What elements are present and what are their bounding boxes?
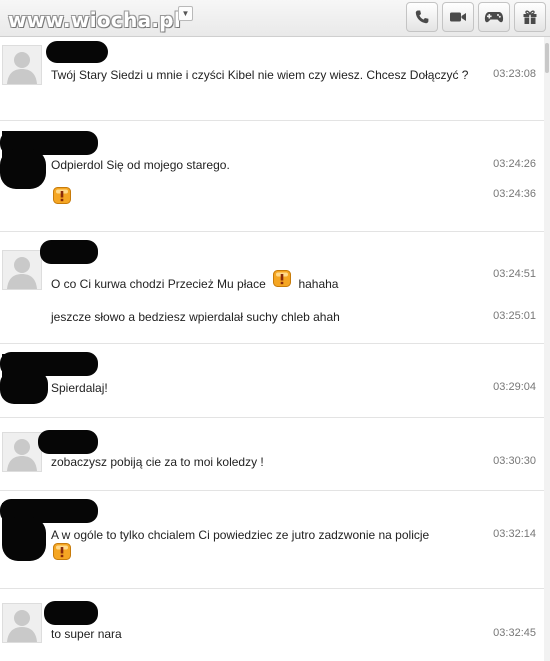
chevron-down-icon[interactable]: ▼ (178, 6, 193, 21)
message-text: A w ogóle to tylko chcialem Ci powiedzie… (51, 528, 430, 542)
message-text: to super nara (51, 627, 122, 641)
message-entry: Spierdalaj! 03:29:04 (0, 344, 544, 418)
message-timestamp: 03:23:08 (493, 68, 536, 80)
message-text: Spierdalaj! (51, 381, 108, 395)
message-entry: Twój Stary Siedzi u mnie i czyści Kibel … (0, 37, 544, 121)
message-text: Odpierdol Się od mojego starego. (51, 158, 230, 172)
gamepad-icon (484, 12, 504, 23)
message-timestamp: 03:24:36 (493, 188, 536, 200)
redacted-username (38, 430, 98, 454)
user-silhouette-icon (7, 257, 37, 289)
redacted-username (0, 149, 46, 189)
redacted-username (0, 370, 48, 404)
gift-icon (523, 10, 537, 24)
message-text: zobaczysz pobiją cie za to moi koledzy ! (51, 455, 264, 469)
redacted-username (46, 41, 108, 63)
user-silhouette-icon (7, 610, 37, 642)
games-button[interactable] (478, 2, 510, 32)
chat-header: www.wiocha.pl ▼ (0, 0, 550, 37)
message-timestamp: 03:30:30 (493, 455, 536, 467)
user-silhouette-icon (7, 439, 37, 471)
redacted-username (2, 517, 46, 561)
video-camera-icon (450, 12, 466, 22)
scrollbar-thumb[interactable] (545, 43, 549, 73)
avatar (2, 45, 42, 85)
message-timestamp: 03:29:04 (493, 381, 536, 393)
angry-emoticon-icon (53, 543, 71, 560)
phone-icon (415, 10, 429, 24)
user-silhouette-icon (7, 52, 37, 84)
scrollbar[interactable] (544, 37, 550, 661)
gift-button[interactable] (514, 2, 546, 32)
avatar (2, 432, 42, 472)
message-timestamp: 03:24:26 (493, 158, 536, 170)
message-entry: to super nara 03:32:45 (0, 589, 544, 661)
message-text-part: O co Ci kurwa chodzi Przecież Mu płace (51, 277, 266, 291)
watermark: www.wiocha.pl (8, 8, 182, 32)
angry-emoticon-icon (53, 187, 71, 204)
avatar (2, 603, 42, 643)
message-text: O co Ci kurwa chodzi Przecież Mu płace h… (51, 270, 481, 293)
message-timestamp: 03:25:01 (493, 310, 536, 322)
message-entry: zobaczysz pobiją cie za to moi koledzy !… (0, 418, 544, 491)
avatar (2, 250, 42, 290)
message-timestamp: 03:24:51 (493, 268, 536, 280)
video-call-button[interactable] (442, 2, 474, 32)
call-button[interactable] (406, 2, 438, 32)
message-text: Twój Stary Siedzi u mnie i czyści Kibel … (51, 68, 469, 82)
toolbar (406, 2, 546, 32)
redacted-username (40, 240, 98, 264)
message-text-part: hahaha (298, 277, 339, 291)
message-entry: O co Ci kurwa chodzi Przecież Mu płace h… (0, 232, 544, 344)
message-timestamp: 03:32:14 (493, 528, 536, 540)
message-timestamp: 03:32:45 (493, 627, 536, 639)
message-entry: A w ogóle to tylko chcialem Ci powiedzie… (0, 491, 544, 589)
angry-emoticon-icon (273, 270, 292, 288)
message-entry: Odpierdol Się od mojego starego. 03:24:2… (0, 121, 544, 232)
redacted-username (44, 601, 98, 625)
message-text: jeszcze słowo a bedziesz wpierdalał such… (51, 310, 340, 324)
